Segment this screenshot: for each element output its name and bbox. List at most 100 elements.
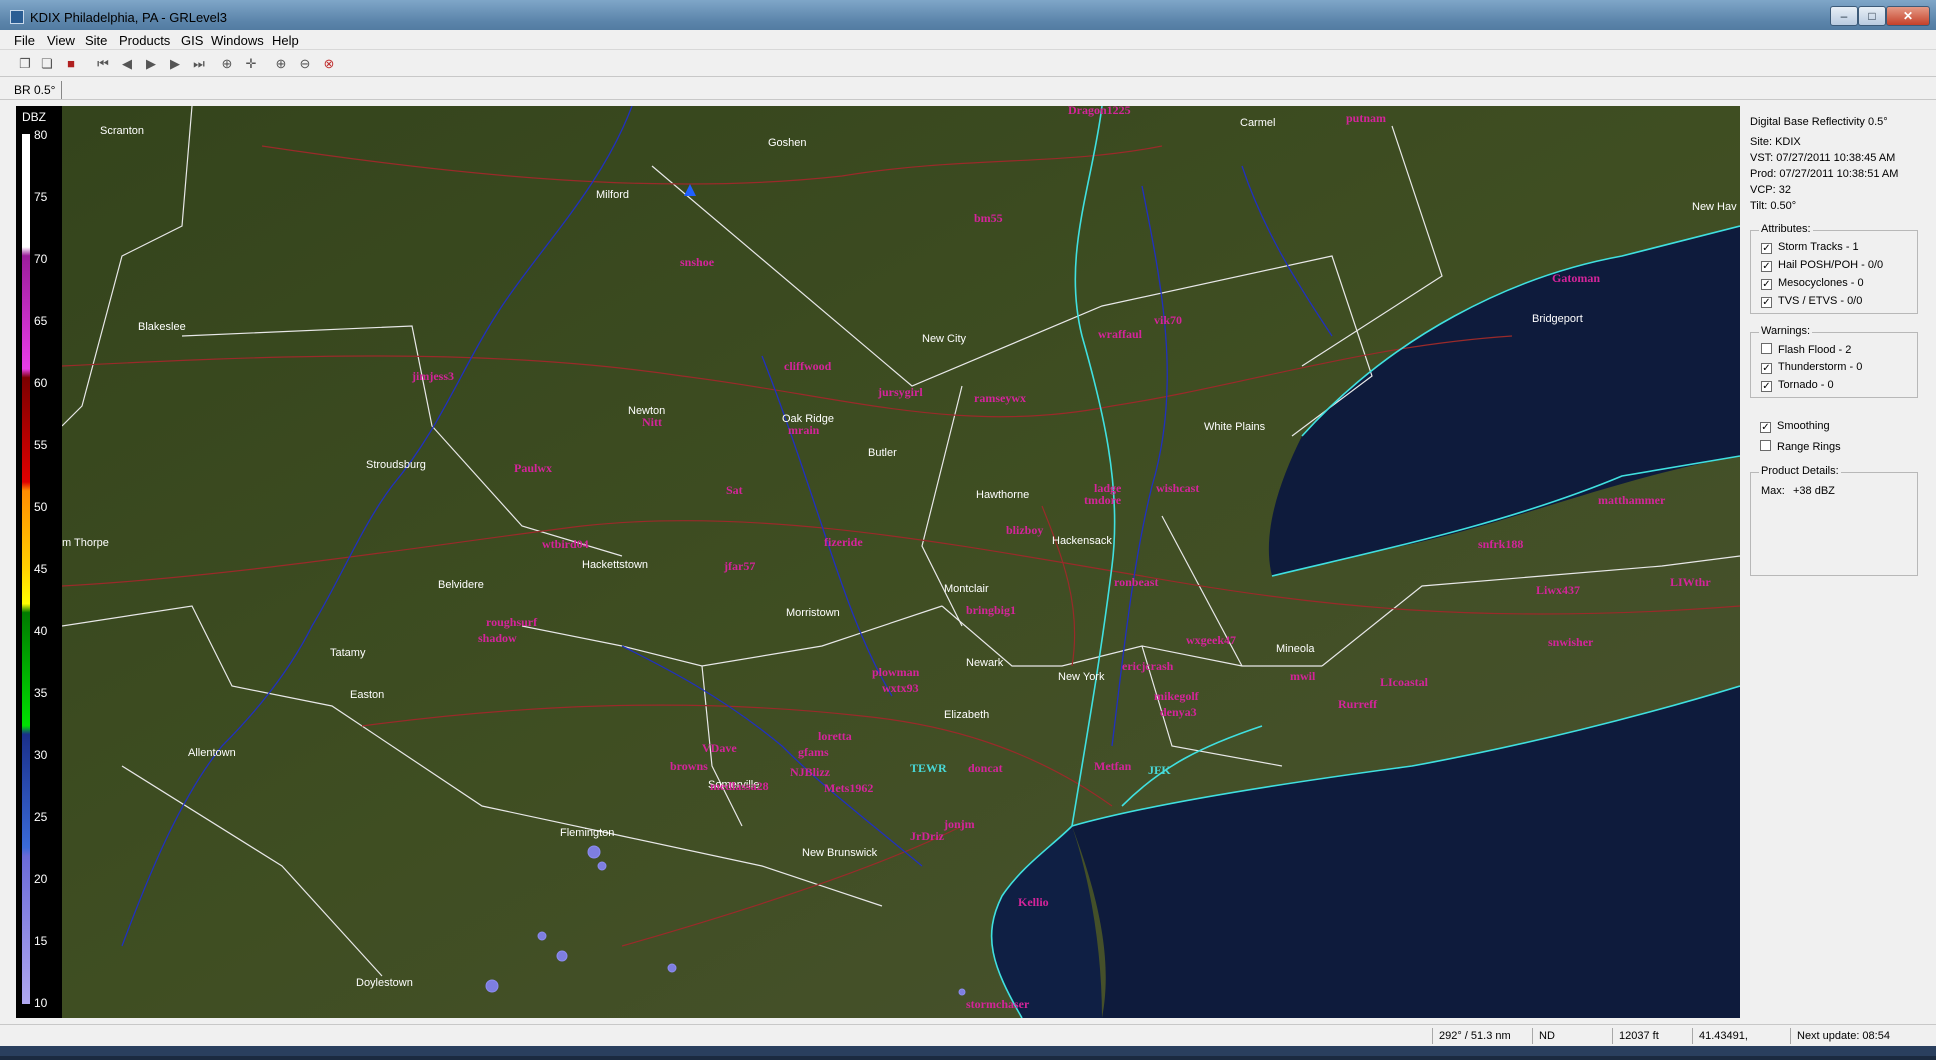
spotter-label[interactable]: gfams xyxy=(798,745,829,759)
tab-br-product[interactable]: BR 0.5° xyxy=(10,81,63,99)
zoom-in-icon[interactable]: ⊕ xyxy=(272,55,290,73)
pan-icon[interactable]: ✛ xyxy=(242,55,260,73)
menu-windows[interactable]: Windows xyxy=(211,33,264,48)
spotter-label[interactable]: Dragon1225 xyxy=(1068,106,1131,117)
spotter-label[interactable]: denya3 xyxy=(1160,705,1197,719)
radar-map[interactable]: Scranton Goshen Carmel Milford New Hav B… xyxy=(62,106,1740,1018)
zoom-out-icon[interactable]: ⊖ xyxy=(296,55,314,73)
menu-help[interactable]: Help xyxy=(272,33,299,48)
spotter-label[interactable]: cliffwood xyxy=(784,359,832,373)
spotter-label[interactable]: Sat xyxy=(726,483,743,497)
warning-tornado[interactable]: ✓ Tornado - 0 xyxy=(1761,379,1834,392)
spotter-label[interactable]: plowman xyxy=(872,665,920,679)
smoothing-toggle[interactable]: ✓ Smoothing xyxy=(1760,420,1830,433)
warning-flash-flood[interactable]: Flash Flood - 2 xyxy=(1761,343,1851,356)
attribute-storm-tracks[interactable]: ✓ Storm Tracks - 1 xyxy=(1761,241,1859,254)
spotter-label[interactable]: Nitt xyxy=(642,415,662,429)
zoom-reset-icon[interactable]: ⊗ xyxy=(320,55,338,73)
checkbox[interactable]: ✓ xyxy=(1760,422,1771,433)
spotter-label[interactable]: tmdore xyxy=(1084,493,1122,507)
spotter-label[interactable]: stormchaser xyxy=(966,997,1030,1011)
last-frame-icon[interactable]: ⏭ xyxy=(190,55,208,73)
spotter-label[interactable]: jfar57 xyxy=(723,559,755,573)
checkbox[interactable] xyxy=(1760,440,1771,451)
map-canvas[interactable]: Scranton Goshen Carmel Milford New Hav B… xyxy=(62,106,1740,1018)
spotter-label[interactable]: loretta xyxy=(818,729,852,743)
spotter-label[interactable]: Liwx437 xyxy=(1536,583,1580,597)
first-frame-icon[interactable]: ⏮ xyxy=(94,55,112,73)
spotter-label[interactable]: shadow xyxy=(478,631,517,645)
spotter-label[interactable]: jonjm xyxy=(943,817,975,831)
spotter-label[interactable]: Metfan xyxy=(1094,759,1132,773)
spotter-label[interactable]: ericjcrash xyxy=(1122,659,1174,673)
checkbox[interactable] xyxy=(1761,343,1772,354)
checkbox[interactable]: ✓ xyxy=(1761,297,1772,308)
spotter-label[interactable]: ronbeast xyxy=(1114,575,1158,589)
spotter-label[interactable]: putnam xyxy=(1346,111,1386,125)
spotter-label[interactable]: NJBlizz xyxy=(790,765,831,779)
spotter-label[interactable]: wxgeek47 xyxy=(1186,633,1236,647)
checkbox[interactable]: ✓ xyxy=(1761,363,1772,374)
close-button[interactable]: ✕ xyxy=(1886,6,1930,26)
spotter-label[interactable]: browns xyxy=(670,759,708,773)
spotter-label[interactable]: wtbird04 xyxy=(542,537,589,551)
menu-products[interactable]: Products xyxy=(119,33,170,48)
spotter-label[interactable]: JFK xyxy=(1148,763,1171,777)
spotter-label[interactable]: mrain xyxy=(788,423,820,437)
spotter-label[interactable]: snwisher xyxy=(1548,635,1594,649)
spotter-label[interactable]: bm55 xyxy=(974,211,1003,225)
spotter-label[interactable]: Paulwx xyxy=(514,461,552,475)
spotter-label[interactable]: snshoe xyxy=(680,255,715,269)
spotter-label[interactable]: wishcast xyxy=(1156,481,1199,495)
attributes-title: Attributes: xyxy=(1759,223,1813,235)
spotter-label[interactable]: fizeride xyxy=(824,535,863,549)
spotter-label[interactable]: vik70 xyxy=(1154,313,1182,327)
warning-thunderstorm[interactable]: ✓ Thunderstorm - 0 xyxy=(1761,361,1862,374)
attribute-tvs[interactable]: ✓ TVS / ETVS - 0/0 xyxy=(1761,295,1862,308)
maximize-button[interactable]: □ xyxy=(1858,6,1886,26)
spotter-label[interactable]: jimjess3 xyxy=(411,369,454,383)
spotter-label[interactable]: TEWR xyxy=(910,761,947,775)
spotter-label[interactable]: mikegolf xyxy=(1154,689,1200,703)
copy-icon[interactable]: ❐ xyxy=(16,55,34,73)
checkbox[interactable]: ✓ xyxy=(1761,261,1772,272)
spotter-label[interactable]: VDave xyxy=(702,741,737,755)
menu-file[interactable]: File xyxy=(14,33,35,48)
spotter-label[interactable]: blizboy xyxy=(1006,523,1043,537)
checkbox[interactable]: ✓ xyxy=(1761,243,1772,254)
spotter-label[interactable]: ramseywx xyxy=(974,391,1026,405)
copy-icon[interactable]: ❏ xyxy=(38,55,56,73)
range-rings-toggle[interactable]: Range Rings xyxy=(1760,440,1841,453)
menu-view[interactable]: View xyxy=(47,33,75,48)
minimize-button[interactable]: – xyxy=(1830,6,1858,26)
spotter-label[interactable]: doncat xyxy=(968,761,1003,775)
spotter-label[interactable]: JrDriz xyxy=(910,829,945,843)
checkbox[interactable]: ✓ xyxy=(1761,279,1772,290)
spotter-label[interactable]: LIWthr xyxy=(1670,575,1711,589)
spotter-label[interactable]: bringbig1 xyxy=(966,603,1016,617)
zoom-icon[interactable]: ⊕ xyxy=(218,55,236,73)
spotter-label[interactable]: LIcoastal xyxy=(1380,675,1429,689)
spotter-label[interactable]: Rurreff xyxy=(1338,697,1378,711)
previous-frame-icon[interactable]: ◀ xyxy=(118,55,136,73)
spotter-label[interactable]: matthammer xyxy=(1598,493,1666,507)
spotter-label[interactable]: medlassa28 xyxy=(710,779,769,793)
spotter-label[interactable]: wxtx93 xyxy=(882,681,919,695)
spotter-label[interactable]: jursygirl xyxy=(877,385,923,399)
color-table-icon[interactable]: ■ xyxy=(62,55,80,73)
checkbox[interactable]: ✓ xyxy=(1761,381,1772,392)
attribute-hail[interactable]: ✓ Hail POSH/POH - 0/0 xyxy=(1761,259,1883,272)
warning-label: Flash Flood - 2 xyxy=(1778,344,1852,356)
next-frame-icon[interactable]: ▶ xyxy=(166,55,184,73)
spotter-label[interactable]: Gatoman xyxy=(1552,271,1600,285)
play-icon[interactable]: ▶ xyxy=(142,55,160,73)
menu-site[interactable]: Site xyxy=(85,33,107,48)
spotter-label[interactable]: snfrk188 xyxy=(1478,537,1523,551)
spotter-label[interactable]: wraffaul xyxy=(1098,327,1143,341)
spotter-label[interactable]: Kellio xyxy=(1018,895,1049,909)
spotter-label[interactable]: Mets1962 xyxy=(824,781,873,795)
attribute-mesocyclones[interactable]: ✓ Mesocyclones - 0 xyxy=(1761,277,1864,290)
menu-gis[interactable]: GIS xyxy=(181,33,203,48)
spotter-label[interactable]: roughsurf xyxy=(486,615,538,629)
spotter-label[interactable]: mwil xyxy=(1290,669,1316,683)
